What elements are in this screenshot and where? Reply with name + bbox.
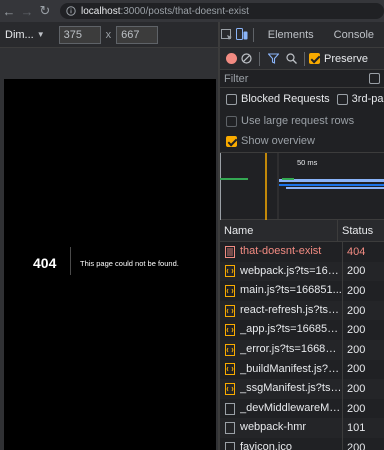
record-icon[interactable] (226, 53, 237, 64)
document-icon (225, 245, 235, 258)
filter-icon[interactable] (264, 46, 282, 72)
table-row[interactable]: _app.js?ts=1668516... 200 (220, 320, 384, 340)
network-overview[interactable]: 50 ms (219, 152, 384, 221)
caret-down-icon[interactable]: ▼ (37, 30, 45, 39)
script-icon (225, 382, 235, 395)
request-status: 200 (347, 363, 366, 376)
toolbar-divider (259, 51, 260, 66)
show-overview-checkbox[interactable] (226, 135, 237, 147)
script-icon (225, 363, 235, 376)
third-party-label: 3rd-party (351, 93, 384, 105)
request-status: 200 (347, 343, 366, 356)
search-icon[interactable] (282, 46, 300, 72)
large-rows-checkbox[interactable] (226, 115, 237, 127)
show-overview-row: Show overview (220, 130, 384, 152)
file-icon (225, 402, 235, 415)
large-rows-label: Use large request rows (241, 115, 355, 127)
requests-table: that-doesnt-exist 404 webpack.js?ts=166...… (220, 242, 384, 450)
script-icon (225, 324, 235, 337)
request-name: _ssgManifest.js?ts=... (240, 379, 343, 399)
request-status: 200 (347, 324, 366, 337)
request-name: react-refresh.js?ts=... (240, 300, 343, 321)
filter-options-row: Blocked Requests 3rd-party (220, 88, 384, 110)
filter-bar: Filter (220, 70, 384, 88)
table-row[interactable]: _ssgManifest.js?ts=... 200 (220, 379, 384, 399)
reload-icon[interactable]: ↻ (36, 0, 54, 22)
toolbar-divider (304, 51, 305, 66)
column-name[interactable]: Name (220, 219, 338, 242)
height-input[interactable]: 667 (116, 25, 159, 44)
forward-icon[interactable]: → (18, 0, 36, 22)
url-host: localhost (81, 5, 121, 17)
request-name: favicon.ico (240, 437, 343, 450)
inspect-icon[interactable] (220, 22, 234, 48)
request-name: that-doesnt-exist (240, 242, 343, 262)
request-name: _devMiddlewareMa... (240, 398, 343, 419)
url-path: :3000/posts/that-doesnt-exist (120, 5, 249, 17)
network-toolbar: Preserve (220, 48, 384, 70)
request-name: _buildManifest.js?ts... (240, 359, 343, 380)
invert-checkbox[interactable] (369, 73, 380, 84)
script-icon (225, 284, 235, 297)
request-name: _app.js?ts=1668516... (240, 320, 343, 340)
column-status[interactable]: Status (338, 225, 373, 237)
table-row[interactable]: that-doesnt-exist 404 (220, 242, 384, 262)
error-divider (70, 247, 71, 275)
request-status: 404 (347, 245, 366, 258)
preserve-log-checkbox[interactable] (309, 53, 320, 64)
request-status: 101 (347, 422, 366, 435)
request-name: webpack.js?ts=166... (240, 261, 343, 282)
script-icon (225, 265, 235, 278)
request-status: 200 (347, 304, 366, 317)
request-status: 200 (347, 382, 366, 395)
requests-table-header: Name Status (220, 219, 384, 242)
large-rows-row: Use large request rows (220, 110, 384, 132)
dimension-separator: x (105, 28, 112, 41)
address-bar[interactable]: localhost:3000/posts/that-doesnt-exist (60, 3, 384, 19)
request-status: 200 (347, 284, 366, 297)
toolbar-divider (252, 27, 254, 42)
table-row[interactable]: _devMiddlewareMa... 200 (220, 398, 384, 419)
request-status: 200 (347, 265, 366, 278)
emulated-page: 404 This page could not be found. (4, 79, 216, 450)
table-row[interactable]: favicon.ico 200 (220, 437, 384, 450)
back-icon[interactable]: ← (0, 0, 18, 22)
info-icon[interactable] (66, 6, 76, 16)
script-icon (225, 343, 235, 356)
devtools-tabbar: Elements Console (220, 22, 384, 48)
request-status: 200 (347, 441, 366, 450)
filter-input[interactable]: Filter (220, 73, 369, 85)
blocked-requests-label: Blocked Requests (241, 93, 330, 105)
blocked-requests-checkbox[interactable] (226, 93, 237, 105)
error-message: This page could not be found. (80, 259, 179, 268)
table-row[interactable]: webpack.js?ts=166... 200 (220, 261, 384, 282)
tab-elements[interactable]: Elements (258, 22, 324, 48)
dimensions-select[interactable]: Dim... (0, 29, 34, 41)
request-status: 200 (347, 402, 366, 415)
script-icon (225, 304, 235, 317)
overview-tick-label: 50 ms (297, 158, 318, 167)
request-name: _error.js?ts=166851... (240, 339, 343, 360)
request-name: webpack-hmr (240, 418, 343, 438)
tab-console[interactable]: Console (324, 22, 384, 48)
table-row[interactable]: react-refresh.js?ts=... 200 (220, 300, 384, 321)
preserve-log-label: Preserve (324, 52, 369, 65)
table-row[interactable]: webpack-hmr 101 (220, 418, 384, 438)
width-input[interactable]: 375 (58, 25, 101, 44)
error-code: 404 (33, 255, 57, 271)
clear-icon[interactable] (237, 46, 255, 72)
table-row[interactable]: _buildManifest.js?ts... 200 (220, 359, 384, 380)
table-row[interactable]: main.js?ts=166851... 200 (220, 281, 384, 301)
file-icon (225, 441, 235, 450)
file-icon (225, 422, 235, 435)
browser-toolbar: ← → ↻ localhost:3000/posts/that-doesnt-e… (0, 0, 384, 22)
table-row[interactable]: _error.js?ts=166851... 200 (220, 339, 384, 360)
device-toolbar: Dim... ▼ 375 x 667 (0, 22, 218, 48)
device-toggle-icon[interactable] (234, 22, 248, 48)
show-overview-label: Show overview (241, 135, 315, 147)
request-name: main.js?ts=166851... (240, 281, 343, 301)
third-party-checkbox[interactable] (336, 93, 348, 105)
